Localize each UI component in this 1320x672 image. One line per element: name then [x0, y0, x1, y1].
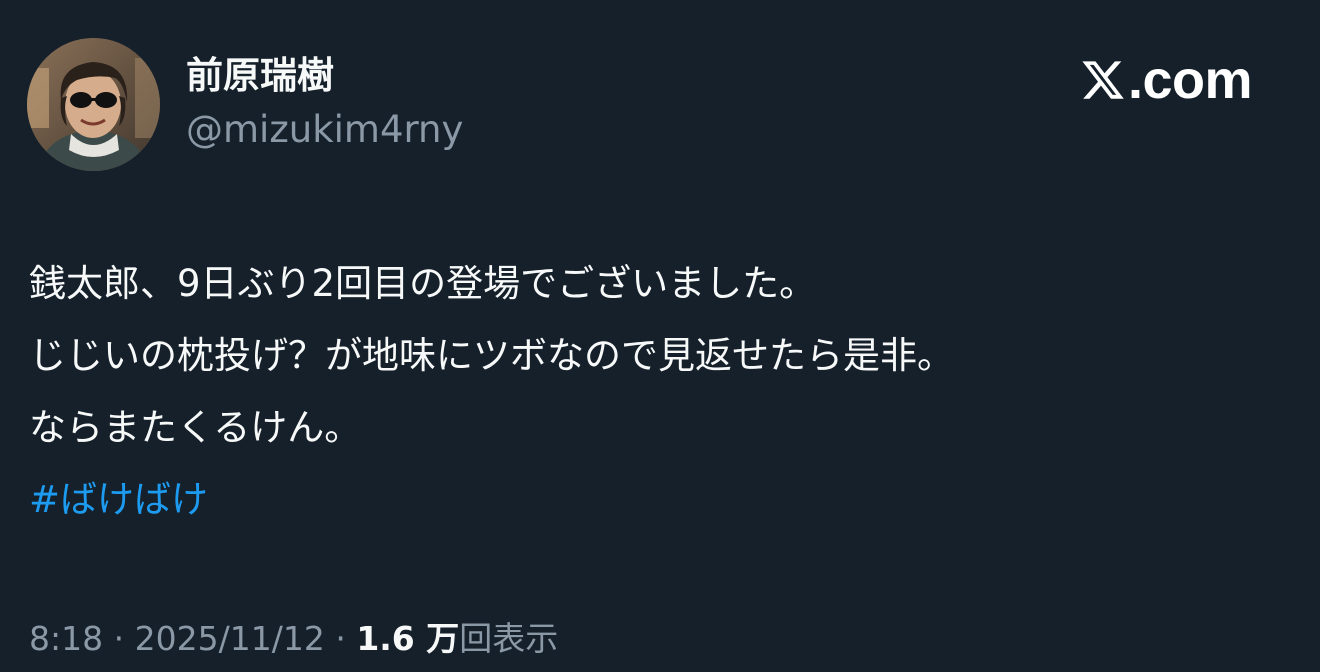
tweet-line: 銭太郎、9日ぶり2回目の登場でございました。 — [29, 262, 817, 305]
tweet-line: じじいの枕投げ？が地味にツボなので見返せたら是非。 — [29, 334, 954, 377]
brand-logo: .com — [1080, 50, 1253, 110]
meta-separator: · — [113, 619, 125, 658]
tweet-meta: 8:18 · 2025/11/12 · 1.6 万回表示 — [29, 614, 558, 664]
avatar[interactable] — [27, 38, 160, 171]
brand-text: .com — [1127, 50, 1253, 110]
author-display-name[interactable]: 前原瑞樹 — [186, 53, 334, 99]
views-count: 1.6 万 — [356, 619, 460, 658]
tweet-date[interactable]: 2025/11/12 — [135, 619, 325, 658]
tweet-card: 前原瑞樹 @mizukim4rny .com 銭太郎、9日ぶり2回目の登場でござ… — [0, 0, 1320, 672]
views-label: 回表示 — [459, 619, 559, 658]
tweet-body: 銭太郎、9日ぶり2回目の登場でございました。 じじいの枕投げ？が地味にツボなので… — [29, 248, 1289, 536]
author-handle[interactable]: @mizukim4rny — [186, 107, 463, 153]
x-logo-icon — [1082, 61, 1124, 99]
tweet-line: ならまたくるけん。 — [29, 406, 362, 449]
tweet-line: #ばけばけ — [29, 464, 1289, 536]
tweet-time[interactable]: 8:18 — [29, 619, 103, 658]
avatar-image — [27, 38, 160, 171]
meta-separator: · — [335, 619, 346, 658]
hashtag-link[interactable]: #ばけばけ — [29, 478, 208, 521]
